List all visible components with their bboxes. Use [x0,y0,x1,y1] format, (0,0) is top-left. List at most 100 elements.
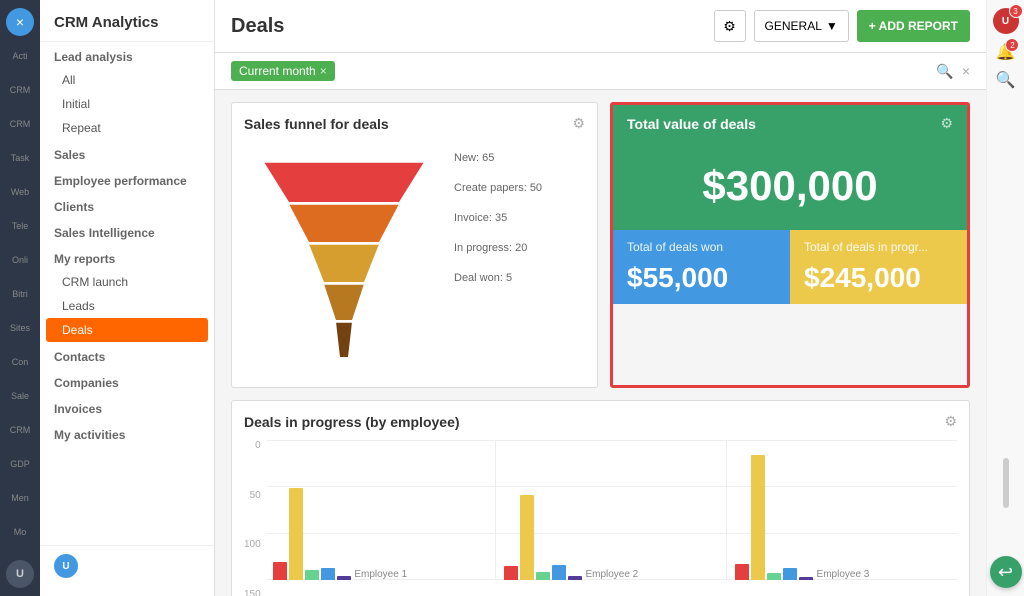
funnel-label-inprogress: In progress: 20 [454,242,542,254]
total-big-value: $300,000 [613,142,967,230]
sidebar-section-sales-intel[interactable]: Sales Intelligence [40,218,214,244]
total-value-card: Total value of deals ⚙ $300,000 Total of… [610,102,970,388]
sidebar-section-companies[interactable]: Companies [40,368,214,394]
bar-e1-4 [321,568,335,580]
y-label-1: 100 [244,539,261,550]
sidebar-dark-item-crm3[interactable]: CRM [4,416,36,444]
sidebar-dark-item-sites[interactable]: Sites [4,314,36,342]
sidebar-dark-item-activities[interactable]: Acti [4,42,36,70]
total-won-section: Total of deals won $55,000 [613,230,790,304]
bar-e3-3 [767,573,781,580]
bar-e1-1 [273,562,287,580]
content-area: Sales funnel for deals ⚙ [215,90,986,596]
avatar-badge: 3 [1009,4,1023,18]
funnel-labels: New: 65 Create papers: 50 Invoice: 35 In… [454,142,542,284]
bar-e3-1 [735,564,749,580]
total-won-value: $55,000 [627,262,776,294]
funnel-gear-icon[interactable]: ⚙ [572,115,585,132]
sidebar-section-employee[interactable]: Employee performance [40,166,214,192]
sidebar-section-clients[interactable]: Clients [40,192,214,218]
funnel-label-create: Create papers: 50 [454,182,542,194]
dark-sidebar: × Acti CRM CRM Task Web Tele Onli Bitri … [0,0,40,596]
bar-e2-3 [536,572,550,580]
total-bottom-row: Total of deals won $55,000 Total of deal… [613,230,967,304]
total-progress-section: Total of deals in progr... $245,000 [790,230,967,304]
sidebar-dark-item-contacts[interactable]: Con [4,348,36,376]
funnel-chart [244,142,444,375]
dropdown-arrow-icon: ▼ [826,19,838,33]
bar-e3-2 [751,455,765,580]
employee-group-2: Employee 2 [498,440,727,580]
general-button[interactable]: GENERAL ▼ [754,10,849,42]
top-row: Sales funnel for deals ⚙ [231,102,970,388]
sidebar-dark-item-bitrix[interactable]: Bitri [4,280,36,308]
sidebar-dark-item-crm1[interactable]: CRM [4,76,36,104]
bell-container: 🔔 2 [996,42,1016,62]
filter-remove-icon[interactable]: × [320,64,327,78]
y-axis: 150 100 50 0 [244,440,267,596]
filter-bar: Current month × 🔍 × [215,53,986,90]
sidebar-dark-item-more[interactable]: Mo [4,518,36,546]
sidebar-item-initial[interactable]: Initial [40,92,214,116]
sidebar-dark-item-tele[interactable]: Tele [4,212,36,240]
sidebar-section-invoices[interactable]: Invoices [40,394,214,420]
sidebar-item-leads[interactable]: Leads [40,294,214,318]
scroll-indicator[interactable] [1003,458,1009,508]
sidebar-section-lead-analysis[interactable]: Lead analysis [40,42,214,68]
employee-group-3: Employee 3 [729,440,957,580]
search-icon[interactable]: 🔍 [996,70,1016,90]
sidebar-title: CRM Analytics [40,0,214,42]
sidebar-section-contacts[interactable]: Contacts [40,342,214,368]
bell-badge: 2 [1005,38,1019,52]
user-avatar-container: U 3 [993,8,1019,34]
sidebar-item-repeat[interactable]: Repeat [40,116,214,140]
sidebar-dark-item-menu[interactable]: Men [4,484,36,512]
bar-chart-title: Deals in progress (by employee) [244,414,460,430]
bar-chart-area: 150 100 50 0 [244,440,957,596]
sidebar-dark-item-tasks[interactable]: Task [4,144,36,172]
sidebar-dark-item-web[interactable]: Web [4,178,36,206]
sidebar-item-deals[interactable]: Deals [46,318,208,342]
funnel-label-dealwon: Deal won: 5 [454,272,542,284]
main-content: Deals ⚙ GENERAL ▼ + ADD REPORT Current m… [215,0,986,596]
sidebar-section-my-reports[interactable]: My reports [40,244,214,270]
bar-chart-gear-icon[interactable]: ⚙ [944,413,957,430]
bar-e2-1 [504,566,518,580]
current-month-filter[interactable]: Current month × [231,61,335,81]
add-report-button[interactable]: + ADD REPORT [857,10,970,42]
sidebar-section-sales[interactable]: Sales [40,140,214,166]
total-gear-icon[interactable]: ⚙ [940,115,953,132]
bar-e3-5 [799,577,813,580]
employee-3-label: Employee 3 [817,569,870,580]
bar-e3-4 [783,568,797,580]
sidebar-section-my-activities[interactable]: My activities [40,420,214,446]
filter-close-icon[interactable]: × [962,63,970,79]
white-sidebar: CRM Analytics Lead analysis All Initial … [40,0,215,596]
funnel-card: Sales funnel for deals ⚙ [231,102,598,388]
sidebar-item-crm-launch[interactable]: CRM launch [40,270,214,294]
bar-e1-5 [337,576,351,580]
funnel-label-invoice: Invoice: 35 [454,212,542,224]
sidebar-dark-item-crm2[interactable]: CRM [4,110,36,138]
sidebar-item-all[interactable]: All [40,68,214,92]
bars-row: Employee 1 Employee 2 [267,440,957,596]
sidebar-dark-item-sales[interactable]: Sale [4,382,36,410]
bar-e1-3 [305,570,319,580]
gear-button[interactable]: ⚙ [714,10,746,42]
total-card-title: Total value of deals [627,116,756,132]
page-title: Deals [231,15,284,38]
user-avatar-white[interactable]: U [54,554,78,578]
user-avatar-dark[interactable]: U [6,560,34,588]
employee-group-1: Employee 1 [267,440,496,580]
green-action-button[interactable]: ↩ [990,556,1022,588]
filter-search-icon[interactable]: 🔍 [936,63,953,80]
total-header: Total value of deals ⚙ [613,105,967,142]
right-panel: U 3 🔔 2 🔍 ↩ [986,0,1024,596]
employee-2-label: Employee 2 [585,569,638,580]
funnel-title: Sales funnel for deals [244,116,389,132]
sidebar-dark-item-gdp[interactable]: GDP [4,450,36,478]
sidebar-dark-item-online[interactable]: Onli [4,246,36,274]
y-label-3: 0 [244,440,261,451]
close-button[interactable]: × [6,8,34,36]
bar-e2-2 [520,495,534,580]
